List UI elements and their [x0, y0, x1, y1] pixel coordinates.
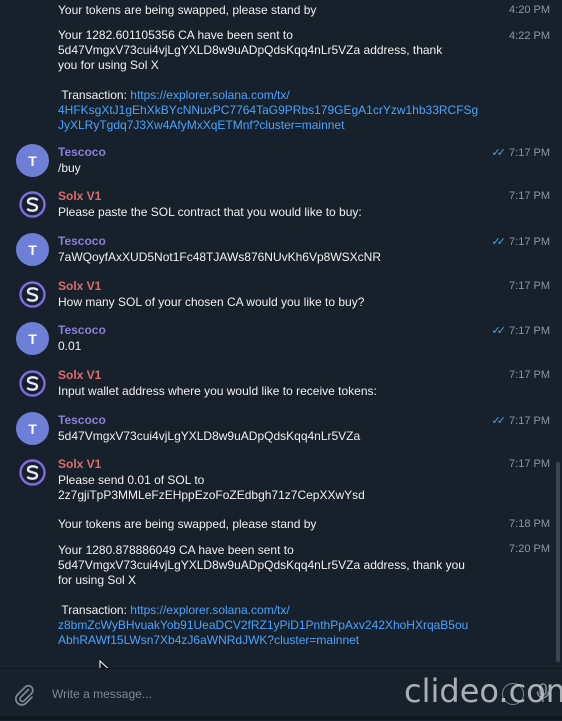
- message-text: Your tokens are being swapped, please st…: [58, 3, 317, 17]
- sender-name[interactable]: Tescoco: [58, 323, 106, 337]
- message-text: Your 1282.601105356 CA have been sent to…: [58, 28, 479, 133]
- bottom-edge: [0, 716, 562, 720]
- message-time: ✓✓ 7:17 PM: [491, 236, 550, 248]
- chat-scrollbar[interactable]: [556, 462, 560, 662]
- avatar[interactable]: [16, 456, 49, 489]
- message-text: Your 1280.878886049 CA have been sent to…: [58, 543, 469, 648]
- avatar[interactable]: [16, 278, 49, 311]
- avatar[interactable]: T: [16, 233, 49, 266]
- sender-name[interactable]: Solx V1: [58, 368, 101, 382]
- sender-name[interactable]: Tescoco: [58, 234, 106, 248]
- sender-name[interactable]: Tescoco: [58, 413, 106, 427]
- message-time: ✓✓ 7:17 PM: [491, 415, 550, 427]
- message-text: 7aWQoyfAxXUD5Not1Fc48TJAWs876NUvKh6Vp8WS…: [58, 250, 381, 264]
- avatar[interactable]: T: [16, 144, 49, 177]
- message-text: Please paste the SOL contract that you w…: [58, 205, 362, 219]
- message-time: 7:17 PM: [509, 190, 550, 202]
- message-time: 7:20 PM: [509, 543, 550, 555]
- transaction-label: Transaction:: [61, 88, 127, 102]
- double-check-icon: ✓✓: [491, 236, 507, 248]
- message-time: 4:20 PM: [509, 4, 550, 16]
- message-time: 7:18 PM: [509, 518, 550, 530]
- message-text: How many SOL of your chosen CA would you…: [58, 295, 365, 309]
- message-text: Input wallet address where you would lik…: [58, 384, 377, 398]
- message-time: 7:17 PM: [509, 458, 550, 470]
- transaction-link[interactable]: 4HFKsgXtJ1gEhXkBYcNNuxPC7764TaG9PRbs179G…: [58, 103, 478, 118]
- sender-name[interactable]: Solx V1: [58, 189, 101, 203]
- message-text: /buy: [58, 161, 81, 175]
- message-text: 0.01: [58, 339, 82, 353]
- message-time: ✓✓ 7:17 PM: [491, 325, 550, 337]
- transaction-link[interactable]: https://explorer.solana.com/tx/: [130, 88, 289, 102]
- message-time: 4:22 PM: [509, 30, 550, 42]
- transaction-link[interactable]: https://explorer.solana.com/tx/: [130, 603, 289, 617]
- chat-history[interactable]: Your tokens are being swapped, please st…: [0, 0, 562, 668]
- sender-name[interactable]: Tescoco: [58, 145, 106, 159]
- avatar[interactable]: [16, 188, 49, 221]
- avatar[interactable]: [16, 367, 49, 400]
- message-time: 7:17 PM: [509, 280, 550, 292]
- message-text: Your tokens are being swapped, please st…: [58, 517, 317, 531]
- sender-name[interactable]: Solx V1: [58, 279, 101, 293]
- watermark: clideo.com: [404, 672, 562, 710]
- transaction-link[interactable]: JyXLRyTgdq7J3Xw4AfyMxXqETMnf?cluster=mai…: [58, 118, 478, 133]
- double-check-icon: ✓✓: [491, 147, 507, 159]
- message-input[interactable]: Write a message...: [52, 687, 152, 701]
- double-check-icon: ✓✓: [491, 325, 507, 337]
- paperclip-icon[interactable]: [12, 683, 36, 707]
- avatar[interactable]: T: [16, 412, 49, 445]
- transaction-label: Transaction:: [61, 603, 127, 617]
- avatar[interactable]: T: [16, 322, 49, 355]
- double-check-icon: ✓✓: [491, 415, 507, 427]
- message-time: 7:17 PM: [509, 369, 550, 381]
- message-time: ✓✓ 7:17 PM: [491, 147, 550, 159]
- transaction-link[interactable]: z8bmZcWyBHvuakYob91UeaDCV2fRZ1yPiD1PnthP…: [58, 618, 468, 633]
- transaction-link[interactable]: AbhRAWf15LWsn7Xb4zJ6aWNRdJWK?cluster=mai…: [58, 633, 468, 648]
- message-text: 5d47VmgxV73cui4vjLgYXLD8w9uADpQdsKqq4nLr…: [58, 429, 361, 443]
- sender-name[interactable]: Solx V1: [58, 457, 101, 471]
- message-text: Please send 0.01 of SOL to 2z7gjiTpP3MML…: [58, 473, 365, 502]
